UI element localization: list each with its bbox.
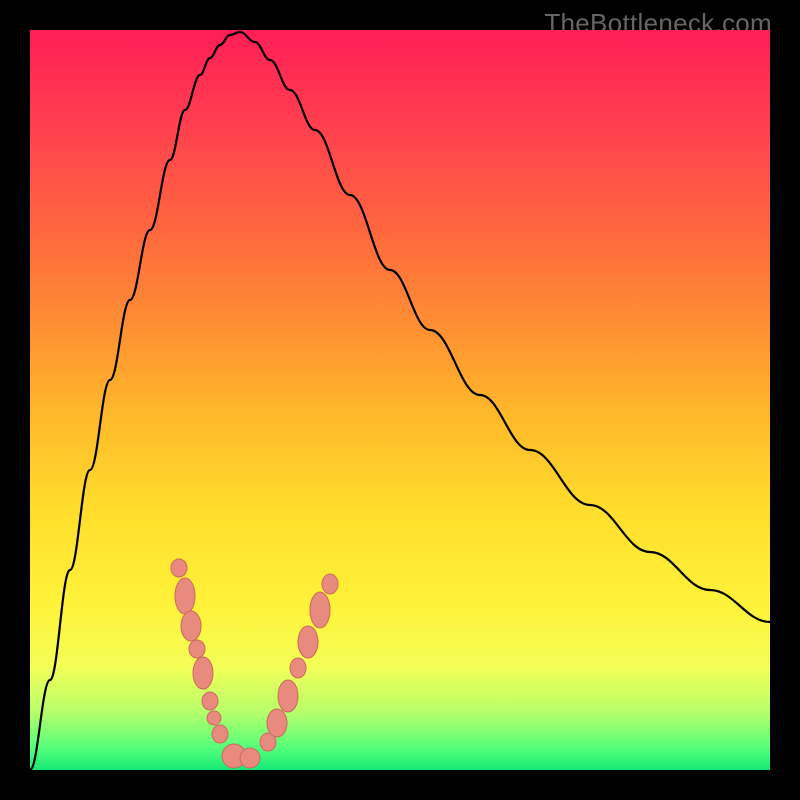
data-marker — [175, 578, 195, 614]
data-marker — [322, 574, 338, 594]
data-marker — [171, 559, 187, 577]
curve-svg — [30, 30, 770, 770]
data-marker — [310, 592, 330, 628]
marker-group — [171, 559, 338, 768]
data-marker — [298, 626, 318, 658]
data-marker — [240, 748, 260, 768]
data-marker — [278, 680, 298, 712]
data-marker — [189, 640, 205, 658]
data-marker — [212, 725, 228, 743]
data-marker — [181, 611, 201, 641]
chart-container: TheBottleneck.com — [0, 0, 800, 800]
plot-area — [30, 30, 770, 770]
data-marker — [290, 658, 306, 678]
bottleneck-curve — [30, 32, 770, 770]
data-marker — [202, 692, 218, 710]
data-marker — [193, 657, 213, 689]
data-marker — [207, 711, 221, 725]
data-marker — [267, 709, 287, 737]
